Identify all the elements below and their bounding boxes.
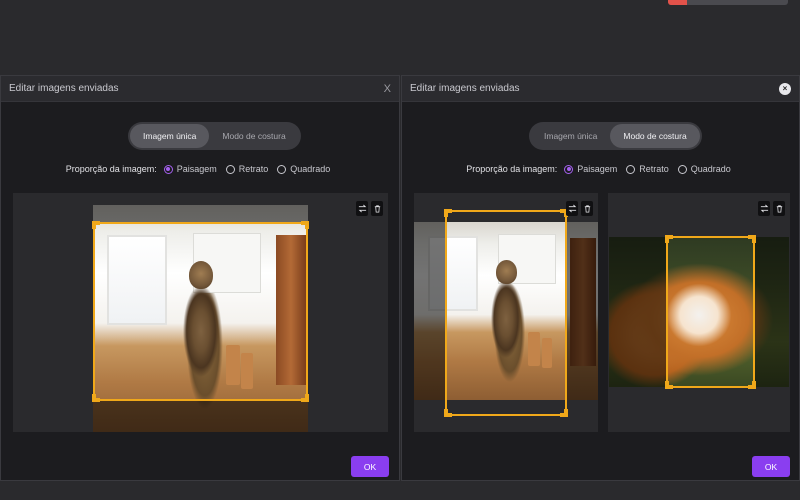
tab-single-image[interactable]: Imagem única xyxy=(531,124,610,148)
crop-dim-right xyxy=(755,237,789,387)
aspect-ratio-label: Proporção da imagem: xyxy=(466,164,558,174)
radio-label: Paisagem xyxy=(577,164,618,174)
dialog-title: Editar imagens enviadas xyxy=(9,83,119,94)
image-workarea-1 xyxy=(414,193,598,432)
mode-toggle: Imagem única Modo de costura xyxy=(529,122,702,150)
top-progress-fill xyxy=(668,0,688,5)
crop-handle[interactable] xyxy=(301,394,309,402)
crop-dim-left xyxy=(414,222,445,400)
crop-handle[interactable] xyxy=(748,381,756,389)
image-tools xyxy=(758,201,785,216)
radio-landscape[interactable]: Paisagem xyxy=(564,164,617,174)
aspect-ratio-selector: Proporção da imagem: Paisagem Retrato Qu… xyxy=(1,164,399,174)
crop-dim-top xyxy=(93,205,308,222)
radio-dot xyxy=(677,164,687,174)
trash-icon[interactable] xyxy=(371,201,383,216)
radio-label: Quadrado xyxy=(690,164,731,174)
trash-icon[interactable] xyxy=(773,201,785,216)
image-tools xyxy=(566,201,593,216)
radio-dot xyxy=(225,164,235,174)
aspect-ratio-label: Proporção da imagem: xyxy=(65,164,157,174)
radio-portrait[interactable]: Retrato xyxy=(626,164,669,174)
crop-handle[interactable] xyxy=(444,409,452,417)
crop-dim-right xyxy=(567,222,598,400)
tab-stitch-mode[interactable]: Modo de costura xyxy=(610,124,700,148)
dialog-header: Editar imagens enviadas × xyxy=(402,76,799,102)
dialog-header: Editar imagens enviadas X xyxy=(1,76,399,102)
tab-stitch-mode[interactable]: Modo de costura xyxy=(209,124,298,148)
radio-label: Quadrado xyxy=(290,164,331,174)
top-progress-bar xyxy=(668,0,788,5)
radio-label: Retrato xyxy=(639,164,669,174)
crop-handle[interactable] xyxy=(92,394,100,402)
crop-handle[interactable] xyxy=(560,409,568,417)
crop-handle[interactable] xyxy=(301,221,309,229)
crop-dim-bottom xyxy=(93,400,308,432)
crop-frame[interactable] xyxy=(665,235,756,389)
swap-icon[interactable] xyxy=(566,201,578,216)
edit-images-dialog-single: Editar imagens enviadas X Imagem única M… xyxy=(0,75,400,481)
radio-dot xyxy=(564,164,574,174)
image-workarea xyxy=(13,193,388,432)
crop-handle[interactable] xyxy=(665,381,673,389)
radio-portrait[interactable]: Retrato xyxy=(225,164,269,174)
mode-toggle: Imagem única Modo de costura xyxy=(128,122,301,150)
image-workarea-2 xyxy=(608,193,790,432)
swap-icon[interactable] xyxy=(758,201,770,216)
dialog-title: Editar imagens enviadas xyxy=(410,83,520,94)
radio-dot xyxy=(277,164,287,174)
swap-icon[interactable] xyxy=(356,201,368,216)
close-icon[interactable]: X xyxy=(384,83,391,95)
crop-frame[interactable] xyxy=(444,209,568,417)
radio-landscape[interactable]: Paisagem xyxy=(163,164,217,174)
tab-single-image[interactable]: Imagem única xyxy=(130,124,210,148)
image-tools xyxy=(356,201,383,216)
crop-handle[interactable] xyxy=(444,209,452,217)
crop-handle[interactable] xyxy=(748,235,756,243)
trash-icon[interactable] xyxy=(581,201,593,216)
aspect-ratio-selector: Proporção da imagem: Paisagem Retrato Qu… xyxy=(402,164,799,174)
close-circle-icon[interactable]: × xyxy=(779,82,791,95)
ok-button[interactable]: OK xyxy=(351,456,389,477)
crop-handle[interactable] xyxy=(92,221,100,229)
radio-dot xyxy=(163,164,173,174)
crop-dim-left xyxy=(609,237,666,387)
radio-square[interactable]: Quadrado xyxy=(677,164,731,174)
edit-images-dialog-stitch: Editar imagens enviadas × Imagem única M… xyxy=(401,75,800,481)
crop-frame[interactable] xyxy=(92,221,309,402)
radio-square[interactable]: Quadrado xyxy=(277,164,330,174)
ok-button[interactable]: OK xyxy=(752,456,790,477)
crop-handle[interactable] xyxy=(665,235,673,243)
radio-dot xyxy=(626,164,636,174)
radio-label: Paisagem xyxy=(176,164,217,174)
radio-label: Retrato xyxy=(238,164,269,174)
